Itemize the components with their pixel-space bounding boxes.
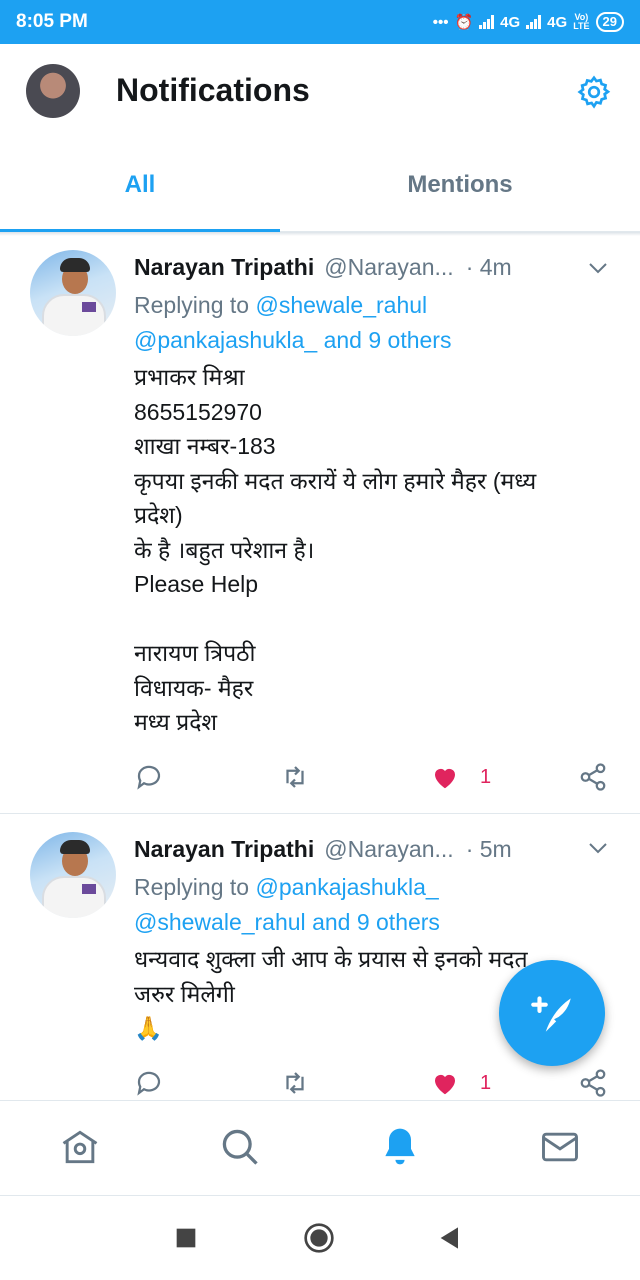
mention-link[interactable]: @pankajashukla_ [134, 327, 317, 353]
reply-button[interactable] [134, 760, 164, 794]
heart-icon [435, 768, 455, 789]
others-link[interactable]: and 9 others [312, 909, 440, 935]
like-count: 1 [480, 1071, 492, 1094]
chevron-down-icon[interactable] [586, 836, 610, 860]
tweet-header: Narayan Tripathi @Narayan... · 4m [134, 254, 512, 281]
home-system-icon[interactable] [303, 1222, 335, 1254]
alarm-off-icon: ⏰ [454, 14, 474, 31]
search-icon[interactable] [218, 1125, 262, 1169]
reply-button[interactable] [134, 1066, 164, 1100]
others-link[interactable]: and 9 others [324, 327, 452, 353]
replying-to: Replying to @shewale_rahul @pankajashukl… [134, 292, 452, 353]
avatar[interactable] [30, 832, 116, 918]
compose-tweet-button[interactable] [499, 960, 605, 1066]
network-type: 4G [500, 13, 521, 31]
signal-icon-2 [526, 15, 542, 29]
tweet-actions: 1 [134, 1066, 614, 1100]
tweet-header: Narayan Tripathi @Narayan... · 5m [134, 836, 512, 863]
volte-icon: Vo) LTE [573, 12, 590, 31]
reply-icon [137, 1071, 161, 1096]
compose-tweet-icon [531, 996, 571, 1032]
tab-mentions[interactable]: Mentions [320, 138, 600, 232]
signal-icon [479, 15, 495, 29]
status-time: 8:05 PM [16, 11, 88, 32]
share-icon [580, 1069, 606, 1097]
chevron-down-icon[interactable] [586, 256, 610, 280]
profile-avatar[interactable] [26, 64, 80, 118]
recents-icon[interactable] [170, 1222, 202, 1254]
gear-icon[interactable] [576, 74, 612, 110]
like-button[interactable]: 1 [430, 1066, 491, 1100]
author-handle: @Narayan... [324, 254, 454, 280]
mention-link[interactable]: @pankajashukla_ [255, 874, 438, 900]
like-count: 1 [480, 765, 492, 788]
tweet[interactable]: Narayan Tripathi @Narayan... · 4m Replyi… [0, 236, 640, 814]
replying-to: Replying to @pankajashukla_ @shewale_rah… [134, 874, 440, 935]
share-button[interactable] [578, 760, 608, 794]
home-icon[interactable] [58, 1125, 102, 1169]
share-icon [580, 763, 606, 791]
system-navigation-bar [0, 1196, 640, 1280]
status-bar: 8:05 PM ••• ⏰ 4G 4G Vo) LTE 29 [0, 0, 640, 44]
retweet-icon [286, 766, 304, 788]
like-button[interactable]: 1 [430, 760, 491, 794]
bell-icon[interactable] [378, 1125, 422, 1169]
app-header: Notifications [0, 44, 640, 138]
battery-icon: 29 [595, 12, 624, 32]
bottom-navigation [0, 1100, 640, 1196]
retweet-button[interactable] [280, 760, 310, 794]
tab-bar: All Mentions [0, 138, 640, 233]
mail-icon[interactable] [538, 1125, 582, 1169]
mention-link[interactable]: @shewale_rahul [255, 292, 427, 318]
retweet-icon [286, 1072, 304, 1094]
retweet-button[interactable] [280, 1066, 310, 1100]
back-icon[interactable] [434, 1222, 466, 1254]
share-button[interactable] [578, 1066, 608, 1100]
mention-link[interactable]: @shewale_rahul [134, 909, 306, 935]
heart-icon [435, 1074, 455, 1095]
status-icons: ••• ⏰ 4G 4G Vo) LTE 29 [433, 12, 624, 32]
tweet-time: · 5m [465, 836, 512, 862]
tweet-actions: 1 [134, 760, 614, 794]
tweet-time: · 4m [465, 254, 512, 280]
tweet-text: प्रभाकर मिश्रा 8655152970 शाखा नम्बर-183… [134, 364, 537, 735]
network-type-2: 4G [547, 13, 568, 31]
author-handle: @Narayan... [324, 836, 454, 862]
reply-icon [137, 765, 161, 790]
page-title: Notifications [116, 72, 310, 108]
author-name[interactable]: Narayan Tripathi [134, 254, 314, 281]
more-dots-icon: ••• [432, 13, 449, 31]
avatar[interactable] [30, 250, 116, 336]
author-name[interactable]: Narayan Tripathi [134, 836, 314, 863]
tab-all[interactable]: All [0, 138, 280, 233]
